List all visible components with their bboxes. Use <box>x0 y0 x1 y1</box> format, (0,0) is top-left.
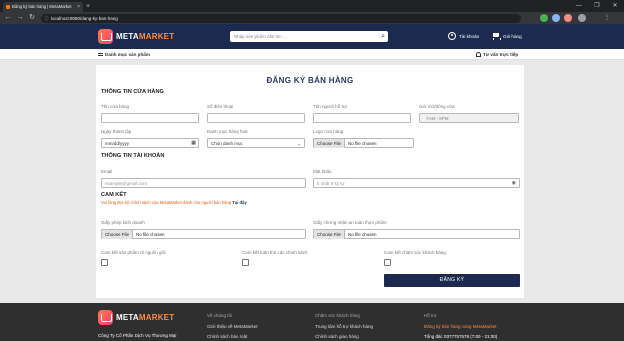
cart-link[interactable]: Giỏ hàng <box>492 32 522 40</box>
choose-file-button[interactable]: Choose File <box>314 230 346 239</box>
founded-date-input[interactable]: mm/dd/yyyy ▦ <box>101 138 199 148</box>
footer-care-title: Chăm sóc khách hàng <box>315 313 360 318</box>
password-label: Mật khẩu <box>313 169 332 174</box>
categories-menu[interactable]: Danh mục sản phẩm <box>98 49 150 60</box>
back-icon[interactable]: ← <box>3 13 13 23</box>
policy-commitment-label: Cam kết tuân thủ các chính sách <box>242 250 308 255</box>
cart-label: Giỏ hàng <box>503 33 522 39</box>
store-name-label: Tên cửa hàng <box>101 104 130 109</box>
window-close-icon[interactable]: ✕ <box>606 0 624 12</box>
sub-navigation: Danh mục sản phẩm Tư vấn trực tiếp <box>0 49 624 60</box>
account-link[interactable]: Tài khoản <box>448 32 479 40</box>
policy-commitment-checkbox[interactable] <box>242 259 249 266</box>
site-info-icon[interactable]: ⓘ <box>44 14 49 23</box>
footer-shipping-link[interactable]: Chính sách giao hàng <box>315 334 359 339</box>
support-person-label: Tên người hỗ trợ <box>313 104 348 109</box>
extension-icon[interactable] <box>552 14 560 22</box>
browser-tab[interactable]: Đăng ký bán hàng | MetaMarket × <box>3 2 83 12</box>
menu-icon <box>98 53 103 57</box>
extension-icon[interactable] <box>540 14 548 22</box>
policy-note: Vui lòng đọc kỹ chính sách của MetaMarke… <box>101 200 247 205</box>
food-safety-label: Giấy chứng nhận an toàn thực phẩm <box>313 220 387 225</box>
choose-file-button[interactable]: Choose File <box>102 230 134 239</box>
tab-close-icon[interactable]: × <box>77 2 80 12</box>
care-commitment-checkbox[interactable] <box>384 259 391 266</box>
footer-help-title: Hỗ trợ <box>424 313 437 318</box>
account-info-heading: THÔNG TIN TÀI KHOẢN <box>101 153 165 159</box>
footer-logo[interactable]: METAMARKET <box>98 310 174 325</box>
business-license-label: Giấy phép kinh doanh <box>101 220 145 225</box>
food-safety-file-input[interactable]: Choose File No file chosen <box>313 229 520 239</box>
chevron-down-icon: ⌄ <box>297 141 301 146</box>
footer-company-name: Công Ty Cổ Phần Dịch Vụ Thương Mại <box>98 333 177 338</box>
page-title: ĐĂNG KÝ BÁN HÀNG <box>266 76 354 85</box>
footer-logo-text: METAMARKET <box>116 313 175 322</box>
phone-label: Số điện thoại <box>207 104 234 109</box>
address-bar[interactable]: ⓘ localhost:8080/dang-ky-ban-hang <box>41 13 521 23</box>
password-input[interactable]: Ít nhất 8 ký tự ◉ <box>313 178 520 188</box>
eye-icon[interactable]: ◉ <box>512 179 516 188</box>
register-button[interactable]: ĐĂNG KÝ <box>384 274 520 287</box>
email-input[interactable]: example@gmail.com <box>101 178 306 188</box>
category-label: Danh mục hàng hoá <box>207 129 248 134</box>
opening-hours-input[interactable]: 7AM - 8PM <box>419 113 519 123</box>
email-label: Email <box>101 169 113 174</box>
site-logo[interactable]: METAMARKET <box>98 28 174 45</box>
new-tab-button[interactable]: + <box>86 2 90 11</box>
browser-menu-icon[interactable]: ⋮ <box>604 14 612 22</box>
forward-icon[interactable]: → <box>15 13 25 23</box>
footer-hotline: Tổng đài: 0377757578 (7:00 - 21:00) <box>424 334 498 339</box>
maximize-icon[interactable]: ❐ <box>588 0 606 12</box>
calendar-icon[interactable]: ▦ <box>191 139 196 148</box>
site-footer: METAMARKET Công Ty Cổ Phần Dịch Vụ Thươn… <box>0 303 624 341</box>
profile-avatar-icon[interactable] <box>578 14 586 22</box>
phone-input[interactable] <box>207 113 305 123</box>
tab-title: Đăng ký bán hàng | MetaMarket <box>12 4 72 9</box>
reload-icon[interactable]: ↻ <box>27 13 37 23</box>
support-person-input[interactable] <box>313 113 411 123</box>
user-icon <box>448 32 456 40</box>
footer-seller-register-link[interactable]: Đăng ký bán hàng cùng MetaMarket <box>424 324 497 329</box>
search-icon[interactable]: ⌕ <box>381 32 385 41</box>
care-commitment-label: Cam kết chăm sóc khách hàng <box>384 250 446 255</box>
choose-file-button[interactable]: Choose File <box>314 139 346 148</box>
cart-icon <box>492 32 501 40</box>
site-header: METAMARKET ⌕ Tài khoản Giỏ hàng <box>0 24 624 49</box>
browser-tab-bar: Đăng ký bán hàng | MetaMarket × + — ❐ ✕ <box>0 0 624 12</box>
logo-bag-icon <box>98 29 113 44</box>
logo-bag-icon <box>98 310 113 325</box>
business-license-file-input[interactable]: Choose File No file chosen <box>101 229 306 239</box>
headset-icon <box>476 52 481 58</box>
logo-text: METAMARKET <box>116 32 175 41</box>
policy-link[interactable]: Tại đây <box>232 200 246 205</box>
origin-commitment-label: Cam kết sản phẩm rõ nguồn gốc <box>101 250 167 255</box>
footer-support-center-link[interactable]: Trung tâm hỗ trợ khách hàng <box>315 324 373 329</box>
search-input[interactable] <box>230 31 370 42</box>
store-logo-file-input[interactable]: Choose File No file chosen <box>313 138 414 148</box>
search-bar: ⌕ <box>230 31 388 42</box>
footer-about-title: Về chúng tôi <box>207 313 233 318</box>
live-support-link[interactable]: Tư vấn trực tiếp <box>476 49 518 60</box>
category-select[interactable]: Chọn danh mục ⌄ <box>207 138 305 148</box>
store-name-input[interactable] <box>101 113 199 123</box>
commitment-heading: CAM KẾT <box>101 192 127 198</box>
extension-icon[interactable] <box>564 14 572 22</box>
origin-commitment-checkbox[interactable] <box>101 259 108 266</box>
seller-registration-form: ĐĂNG KÝ BÁN HÀNG THÔNG TIN CỬA HÀNG Tên … <box>96 65 524 298</box>
founded-date-label: Ngày thành lập <box>101 129 132 134</box>
footer-privacy-link[interactable]: Chính sách bảo mật <box>207 334 247 339</box>
favicon-icon <box>6 5 10 9</box>
account-label: Tài khoản <box>459 33 480 39</box>
footer-about-link[interactable]: Giới thiệu về MetaMarket <box>207 324 257 329</box>
opening-hours-label: Giờ mở/đóng cửa <box>419 104 455 109</box>
browser-toolbar: ← → ↻ ⓘ localhost:8080/dang-ky-ban-hang … <box>0 12 624 24</box>
store-info-heading: THÔNG TIN CỬA HÀNG <box>101 89 164 95</box>
store-logo-label: Logo cửa hàng <box>313 129 344 134</box>
minimize-icon[interactable]: — <box>570 0 588 12</box>
url-text: localhost:8080/dang-ky-ban-hang <box>51 15 118 21</box>
